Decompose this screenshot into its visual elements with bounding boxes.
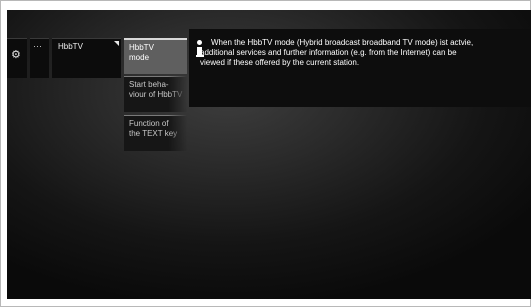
more-label: ··· bbox=[33, 41, 42, 51]
submenu-item-text-key-function[interactable]: Function of the TEXT key bbox=[124, 115, 187, 151]
submenu-item-line2: viour of HbbTV bbox=[129, 90, 183, 99]
tv-screen: ⚙ ··· HbbTV HbbTV mode Start beha- viour… bbox=[7, 10, 531, 299]
submenu-item-hbbtv-mode[interactable]: HbbTV mode bbox=[124, 38, 187, 74]
submenu-item-start-behaviour[interactable]: Start beha- viour of HbbTV bbox=[124, 76, 187, 112]
settings-menu-tile[interactable]: ⚙ bbox=[7, 38, 27, 78]
hbbtv-menu-label: HbbTV bbox=[58, 42, 83, 51]
hbbtv-submenu: HbbTV mode Start beha- viour of HbbTV Fu… bbox=[124, 38, 187, 168]
submenu-item-line2: mode bbox=[129, 53, 150, 62]
info-text: When the HbbTV mode (Hybrid broadcast br… bbox=[200, 38, 474, 67]
gear-icon: ⚙ bbox=[11, 48, 21, 61]
submenu-item-line1: Start beha- bbox=[129, 80, 169, 89]
screenshot-frame: ⚙ ··· HbbTV HbbTV mode Start beha- viour… bbox=[0, 0, 531, 307]
submenu-item-line1: HbbTV bbox=[129, 43, 154, 52]
corner-marker-icon bbox=[114, 41, 119, 46]
more-menu-tile[interactable]: ··· bbox=[30, 38, 49, 78]
submenu-item-line1: Function of bbox=[129, 119, 169, 128]
info-panel: When the HbbTV mode (Hybrid broadcast br… bbox=[189, 29, 531, 107]
submenu-item-line2: the TEXT key bbox=[129, 129, 178, 138]
hbbtv-menu-tile[interactable]: HbbTV bbox=[52, 38, 121, 78]
